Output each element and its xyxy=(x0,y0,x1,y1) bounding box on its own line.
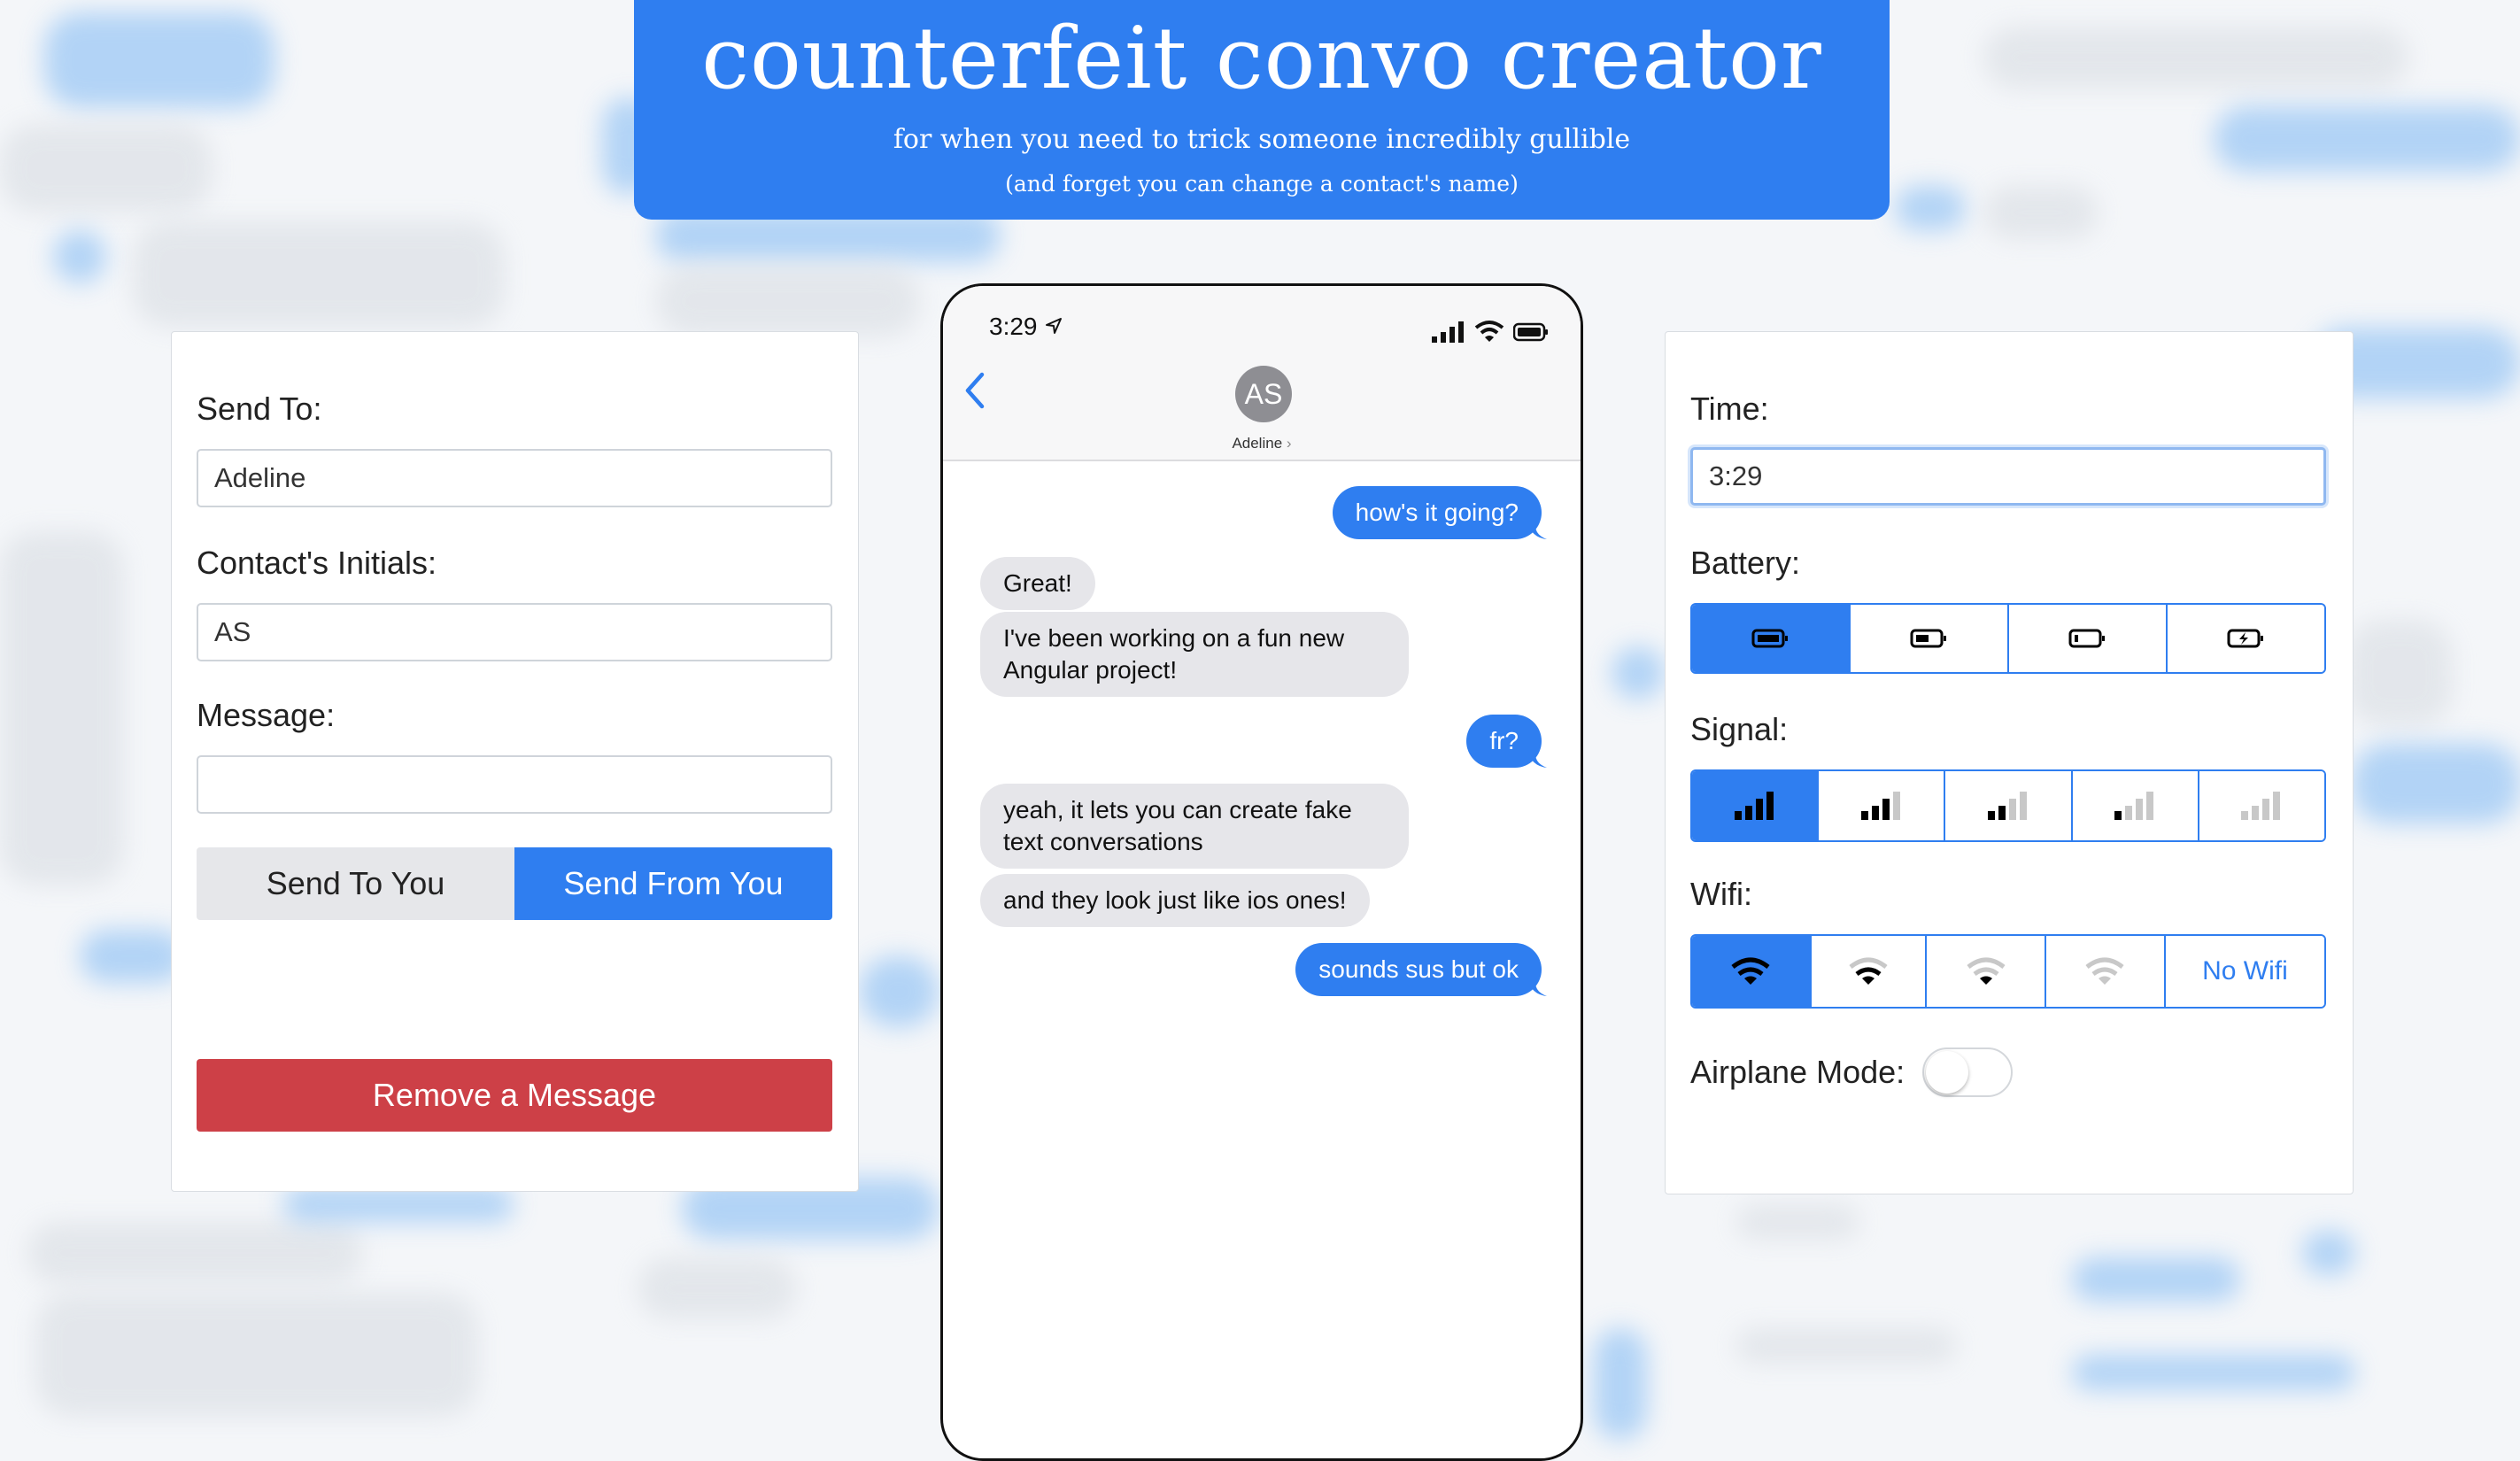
send-to-label: Send To: xyxy=(197,390,322,427)
battery-low-icon xyxy=(2068,629,2105,648)
message-bubble-received[interactable]: and they look just like ios ones! xyxy=(980,874,1370,927)
initials-label: Contact's Initials: xyxy=(197,545,437,581)
signal-3-bars-option[interactable] xyxy=(1817,771,1944,840)
bubble-tail-icon xyxy=(1527,522,1547,539)
battery-half-option[interactable] xyxy=(1849,605,2007,672)
battery-half-icon xyxy=(1910,629,1946,648)
signal-1-bar-option[interactable] xyxy=(2070,771,2198,840)
message-bubble-received[interactable]: yeah, it lets you can create fake text c… xyxy=(980,784,1409,869)
battery-charging-option[interactable] xyxy=(2166,605,2324,672)
send-to-you-button[interactable]: Send To You xyxy=(197,847,514,920)
header-banner: counterfeit convo creator for when you n… xyxy=(634,0,1890,220)
bubble-tail-icon xyxy=(1527,750,1547,768)
wifi-selector: No Wifi xyxy=(1690,934,2326,1009)
wifi-3-bars-option[interactable] xyxy=(1692,936,1810,1007)
avatar-initials: AS xyxy=(1244,377,1283,410)
bubble-tail-icon xyxy=(1527,978,1547,996)
wifi-0-bars-option[interactable] xyxy=(2045,936,2164,1007)
wifi-1-bar-option[interactable] xyxy=(1925,936,2045,1007)
wifi-2-bars-option[interactable] xyxy=(1809,936,1926,1007)
signal-4-bars-icon xyxy=(1734,792,1774,820)
send-to-input[interactable] xyxy=(197,449,832,507)
wifi-2-bars-icon xyxy=(1849,957,1888,985)
airplane-mode-row: Airplane Mode: xyxy=(1690,1047,2014,1097)
wifi-3-bars-icon xyxy=(1731,957,1770,985)
remove-message-button[interactable]: Remove a Message xyxy=(197,1059,832,1132)
contact-name-label: Adeline xyxy=(1232,435,1283,452)
switch-knob xyxy=(1926,1051,1969,1094)
compose-panel: Send To: Contact's Initials: Message: Se… xyxy=(171,331,859,1192)
battery-selector xyxy=(1690,603,2326,674)
app-subtitle: for when you need to trick someone incre… xyxy=(893,124,1631,155)
battery-icon xyxy=(1513,322,1548,342)
message-bubble-received[interactable]: I've been working on a fun new Angular p… xyxy=(980,612,1409,697)
phone-preview: 3:29 AS Adeline › how's it going? Great!… xyxy=(940,283,1583,1461)
time-input[interactable] xyxy=(1690,447,2326,506)
message-bubble-sent[interactable]: sounds sus but ok xyxy=(1295,943,1542,996)
message-bubble-received[interactable]: Great! xyxy=(980,557,1095,610)
back-chevron-icon[interactable] xyxy=(962,371,987,410)
phone-header: 3:29 AS Adeline › xyxy=(943,286,1581,461)
status-time: 3:29 xyxy=(989,313,1038,340)
app-note: (and forget you can change a contact's n… xyxy=(1005,171,1519,197)
sender-toggle: Send To You Send From You xyxy=(197,847,832,920)
contact-avatar[interactable]: AS xyxy=(1235,366,1292,422)
send-from-you-button[interactable]: Send From You xyxy=(514,847,832,920)
message-bubble-sent[interactable]: how's it going? xyxy=(1332,486,1542,539)
time-label: Time: xyxy=(1690,390,1769,427)
signal-selector xyxy=(1690,769,2326,842)
location-arrow-icon xyxy=(1046,318,1062,334)
signal-1-bar-icon xyxy=(2114,792,2154,820)
settings-panel: Time: Battery: xyxy=(1665,331,2354,1194)
status-icons xyxy=(1432,320,1549,343)
signal-2-bars-icon xyxy=(1988,792,2027,820)
signal-4-bars-option[interactable] xyxy=(1692,771,1818,840)
battery-charging-icon xyxy=(2227,629,2263,648)
battery-low-option[interactable] xyxy=(2007,605,2166,672)
no-wifi-option[interactable]: No Wifi xyxy=(2163,936,2324,1007)
contact-name[interactable]: Adeline › xyxy=(943,435,1581,452)
initials-input[interactable] xyxy=(197,603,832,661)
signal-2-bars-option[interactable] xyxy=(1944,771,2071,840)
wifi-icon xyxy=(1474,321,1504,342)
airplane-mode-label: Airplane Mode: xyxy=(1690,1054,1905,1090)
battery-full-icon xyxy=(1751,629,1788,648)
battery-label: Battery: xyxy=(1690,545,1801,581)
message-input[interactable] xyxy=(197,755,832,814)
app-title: counterfeit convo creator xyxy=(701,9,1822,108)
wifi-0-bars-icon xyxy=(2085,957,2125,985)
airplane-mode-switch[interactable] xyxy=(1922,1047,2014,1097)
wifi-1-bar-icon xyxy=(1967,957,2006,985)
message-label: Message: xyxy=(197,697,336,733)
signal-0-bars-option[interactable] xyxy=(2197,771,2324,840)
cell-signal-icon xyxy=(1432,321,1464,343)
signal-0-bars-icon xyxy=(2241,792,2281,820)
signal-3-bars-icon xyxy=(1860,792,1900,820)
signal-label: Signal: xyxy=(1690,711,1789,747)
chevron-right-icon: › xyxy=(1286,435,1292,452)
wifi-label: Wifi: xyxy=(1690,876,1752,912)
battery-full-option[interactable] xyxy=(1692,605,1849,672)
